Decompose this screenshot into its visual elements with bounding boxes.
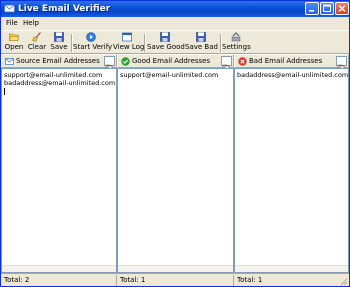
toolbar-separator	[144, 34, 146, 52]
save-label: Save	[50, 43, 68, 51]
envelope-icon	[4, 4, 15, 13]
close-button[interactable]	[335, 2, 349, 15]
source-panel-header: Source Email Addresses	[1, 54, 117, 72]
play-icon	[86, 32, 96, 42]
source-panel: Source Email Addresses support@email-unl…	[1, 54, 117, 273]
start-verify-button[interactable]: Start Verify	[73, 32, 113, 54]
minimize-icon	[309, 10, 314, 12]
horizontal-scrollbar[interactable]	[118, 265, 233, 272]
floppy-disk-icon	[54, 32, 64, 42]
source-textarea[interactable]: support@email-unlimited.com badaddress@e…	[1, 68, 117, 273]
bad-panel-title: Bad Email Addresses	[249, 57, 323, 65]
save-good-label: Save Good	[147, 43, 185, 51]
good-total: Total: 1	[117, 275, 234, 286]
list-item: support@email-unlimited.com	[4, 71, 103, 79]
start-verify-label: Start Verify	[73, 43, 113, 51]
bad-total: Total: 1	[237, 276, 263, 284]
green-check-icon	[121, 57, 130, 66]
source-total: Total: 2	[1, 275, 117, 286]
status-bar: Total: 2 Total: 1 Total: 1	[1, 273, 349, 286]
bad-panel: Bad Email Addresses badaddress@email-unl…	[234, 54, 349, 273]
bad-copy-button[interactable]	[336, 56, 347, 72]
maximize-button[interactable]	[320, 2, 334, 15]
menu-bar: File Help	[1, 17, 349, 30]
source-panel-title: Source Email Addresses	[16, 57, 100, 65]
good-copy-button[interactable]	[221, 56, 232, 72]
bad-textarea[interactable]: badaddress@email-unlimited.com	[234, 68, 349, 273]
settings-label: Settings	[222, 43, 251, 51]
title-bar[interactable]: Live Email Verifier	[1, 1, 349, 17]
bad-panel-header: Bad Email Addresses	[234, 54, 349, 72]
save-button[interactable]: Save	[49, 32, 69, 54]
menu-help[interactable]: Help	[21, 18, 41, 29]
source-copy-button[interactable]	[104, 56, 115, 72]
good-panel: Good Email Addresses support@email-unlim…	[117, 54, 234, 273]
text-caret	[4, 88, 5, 95]
close-icon	[338, 5, 346, 12]
mail-icon	[5, 58, 14, 65]
view-log-label: View Log	[113, 43, 145, 51]
clear-button[interactable]: Clear	[26, 32, 48, 54]
app-window: Live Email Verifier File Help Open Clear…	[0, 0, 350, 287]
horizontal-scrollbar[interactable]	[235, 265, 348, 272]
view-log-button[interactable]: View Log	[113, 32, 145, 54]
broom-icon	[32, 32, 41, 42]
minimize-button[interactable]	[305, 2, 319, 15]
horizontal-scrollbar[interactable]	[2, 265, 116, 272]
maximize-icon	[323, 4, 331, 12]
save-bad-label: Save Bad	[185, 43, 218, 51]
clear-label: Clear	[27, 43, 47, 51]
list-item: badaddress@email-unlimited.com	[237, 71, 349, 79]
floppy-disk-icon	[196, 32, 206, 42]
window-title: Live Email Verifier	[18, 4, 111, 14]
resize-grip-icon[interactable]	[339, 277, 348, 286]
good-panel-title: Good Email Addresses	[132, 57, 211, 65]
folder-open-icon	[9, 33, 19, 41]
open-label: Open	[4, 43, 24, 51]
open-button[interactable]: Open	[3, 32, 25, 54]
save-good-button[interactable]: Save Good	[147, 32, 185, 54]
list-item: badaddress@email-unlimited.com	[4, 79, 116, 87]
list-item: support@email-unlimited.com	[120, 71, 219, 79]
toolbar: Open Clear Save Start Verify View Log Sa…	[1, 30, 349, 54]
settings-tools-icon	[231, 32, 241, 42]
good-panel-header: Good Email Addresses	[117, 54, 234, 72]
settings-button[interactable]: Settings	[222, 32, 251, 54]
save-bad-button[interactable]: Save Bad	[185, 32, 218, 54]
menu-file[interactable]: File	[4, 18, 20, 29]
log-window-icon	[122, 32, 132, 42]
floppy-disk-icon	[160, 32, 170, 42]
red-x-icon	[238, 57, 247, 66]
good-textarea[interactable]: support@email-unlimited.com	[117, 68, 234, 273]
